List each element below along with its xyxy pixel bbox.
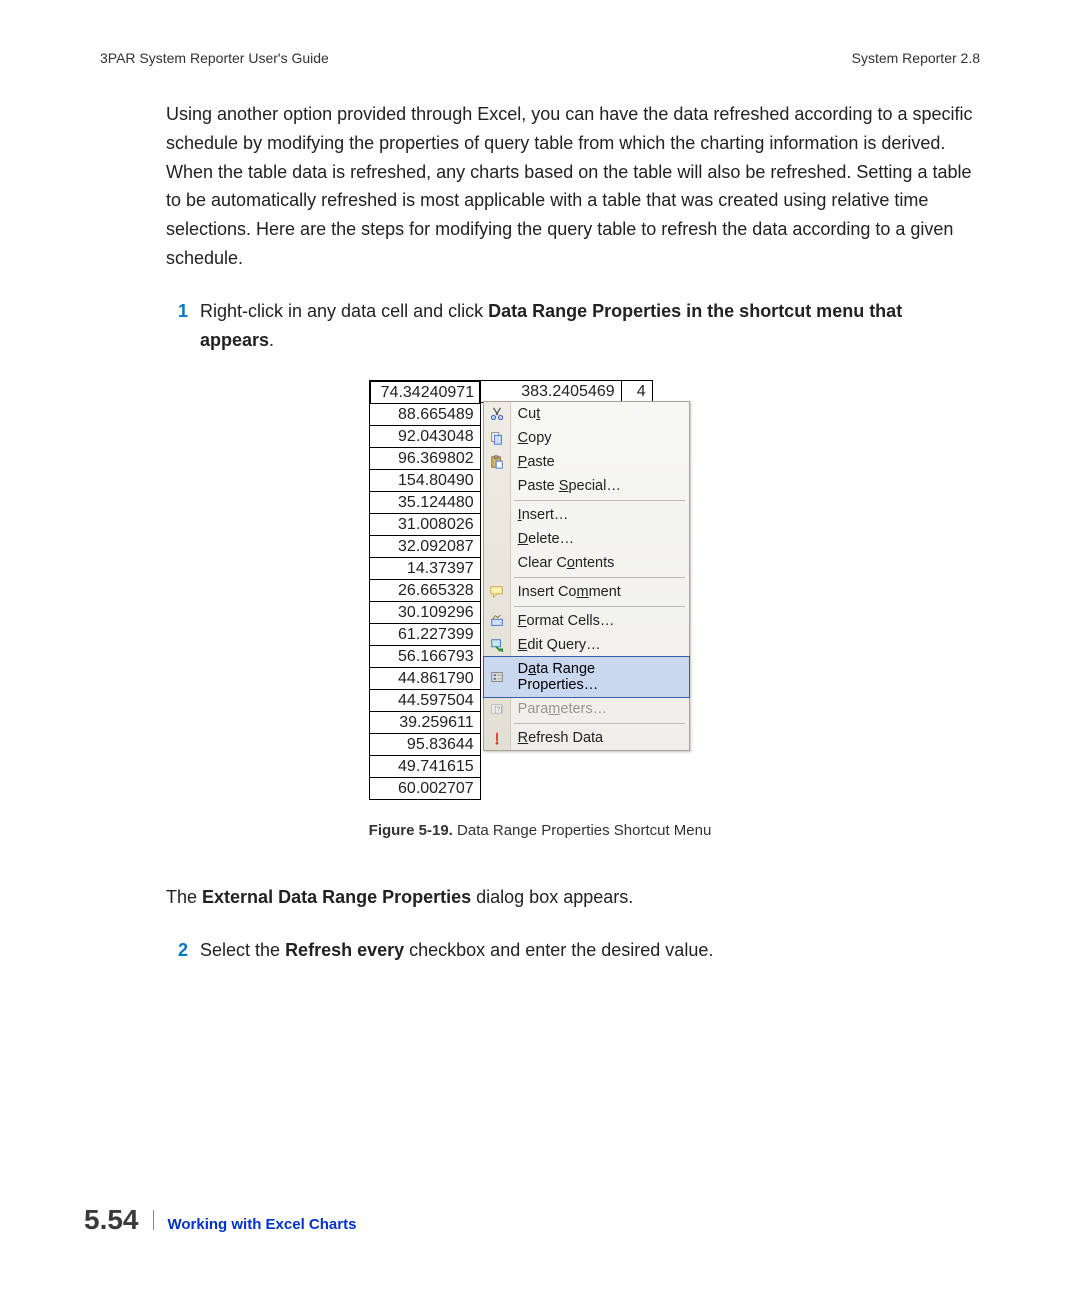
step-1-text: Right-click in any data cell and click D… (200, 297, 980, 355)
excel-cell-a2: 88.665489 (370, 404, 480, 426)
menu-item-label: Edit Query… (518, 637, 601, 653)
figure-5-19: 74.34240971 88.66548992.04304896.3698021… (100, 380, 980, 863)
format-icon (489, 613, 505, 629)
excel-column-a: 74.34240971 88.66548992.04304896.3698021… (369, 380, 481, 800)
excel-column-c: 4 (622, 380, 653, 403)
menu-item-label: Clear Contents (518, 555, 615, 571)
menu-item-data-range-properties[interactable]: Data Range Properties… (483, 656, 690, 698)
menu-item-label: Paste Special… (518, 478, 621, 494)
menu-item-insert[interactable]: Insert… (484, 503, 689, 527)
excel-cell-a11: 30.109296 (370, 602, 480, 624)
excel-cell-b1: 383.2405469 (481, 381, 621, 403)
excel-cell-c1: 4 (622, 381, 652, 403)
menu-item-parameters: [?] Parameters… (484, 697, 689, 721)
menu-item-label: Insert… (518, 507, 569, 523)
excel-cell-a6: 35.124480 (370, 492, 480, 514)
menu-item-label: Data Range Properties… (518, 661, 679, 693)
comment-icon (489, 584, 505, 600)
page-number: 5.54 (84, 1204, 139, 1236)
menu-separator (514, 500, 685, 501)
excel-cell-a12: 61.227399 (370, 624, 480, 646)
context-menu[interactable]: Cut Copy Paste Paste Special… Insert… Delete…… (483, 401, 690, 751)
menu-separator (514, 606, 685, 607)
page-footer: 5.54 Working with Excel Charts (84, 1204, 356, 1236)
footer-divider (153, 1210, 154, 1230)
menu-item-label: Paste (518, 454, 555, 470)
menu-item-label: Format Cells… (518, 613, 615, 629)
menu-item-copy[interactable]: Copy (484, 426, 689, 450)
menu-item-label: Refresh Data (518, 730, 603, 746)
excel-cell-a16: 39.259611 (370, 712, 480, 734)
params-icon: [?] (489, 701, 505, 717)
copy-icon (489, 430, 505, 446)
menu-item-insert-comment[interactable]: Insert Comment (484, 580, 689, 604)
excel-cell-a7: 31.008026 (370, 514, 480, 536)
excel-cell-a15: 44.597504 (370, 690, 480, 712)
excel-column-b: 383.2405469 (481, 380, 622, 403)
excel-cell-a17: 95.83644 (370, 734, 480, 756)
menu-separator (514, 577, 685, 578)
menu-item-label: Parameters… (518, 701, 607, 717)
cut-icon (489, 406, 505, 422)
step-2: 2 Select the Refresh every checkbox and … (166, 936, 980, 965)
svg-text:[?]: [?] (494, 707, 502, 714)
excel-cell-a8: 32.092087 (370, 536, 480, 558)
excel-selected-cell: 74.34240971 (370, 381, 480, 404)
menu-item-delete[interactable]: Delete… (484, 527, 689, 551)
excel-cell-a9: 14.37397 (370, 558, 480, 580)
menu-item-label: Insert Comment (518, 584, 621, 600)
menu-item-edit-query[interactable]: Edit Query… (484, 633, 689, 657)
menu-item-paste[interactable]: Paste (484, 450, 689, 474)
excel-cell-a13: 56.166793 (370, 646, 480, 668)
menu-item-refresh-data[interactable]: Refresh Data (484, 726, 689, 750)
excel-cell-a3: 92.043048 (370, 426, 480, 448)
dialog-appears-text: The External Data Range Properties dialo… (166, 883, 980, 912)
menu-separator (514, 723, 685, 724)
menu-item-clear-contents[interactable]: Clear Contents (484, 551, 689, 575)
page-header: 3PAR System Reporter User's Guide System… (100, 50, 980, 66)
step-2-text: Select the Refresh every checkbox and en… (200, 936, 980, 965)
excel-cell-a14: 44.861790 (370, 668, 480, 690)
footer-section-title: Working with Excel Charts (168, 1216, 357, 1233)
excel-cell-a10: 26.665328 (370, 580, 480, 602)
step-2-number: 2 (166, 936, 188, 965)
header-right: System Reporter 2.8 (852, 50, 980, 66)
menu-item-format-cells[interactable]: Format Cells… (484, 609, 689, 633)
refresh-icon (489, 730, 505, 746)
menu-item-paste-special[interactable]: Paste Special… (484, 474, 689, 498)
menu-item-label: Delete… (518, 531, 574, 547)
menu-item-label: Cut (518, 406, 541, 422)
intro-paragraph: Using another option provided through Ex… (166, 100, 980, 273)
header-left: 3PAR System Reporter User's Guide (100, 50, 329, 66)
paste-icon (489, 454, 505, 470)
props-icon (489, 669, 505, 685)
figure-caption: Figure 5-19. Data Range Properties Short… (369, 822, 712, 839)
query-icon (489, 637, 505, 653)
excel-cell-a4: 96.369802 (370, 448, 480, 470)
excel-screenshot: 74.34240971 88.66548992.04304896.3698021… (369, 380, 712, 800)
excel-cell-a18: 49.741615 (370, 756, 480, 778)
menu-item-label: Copy (518, 430, 552, 446)
step-1-number: 1 (166, 297, 188, 355)
step-1: 1 Right-click in any data cell and click… (166, 297, 980, 355)
excel-cell-a19: 60.002707 (370, 778, 480, 800)
menu-item-cut[interactable]: Cut (484, 402, 689, 426)
excel-cell-a5: 154.80490 (370, 470, 480, 492)
